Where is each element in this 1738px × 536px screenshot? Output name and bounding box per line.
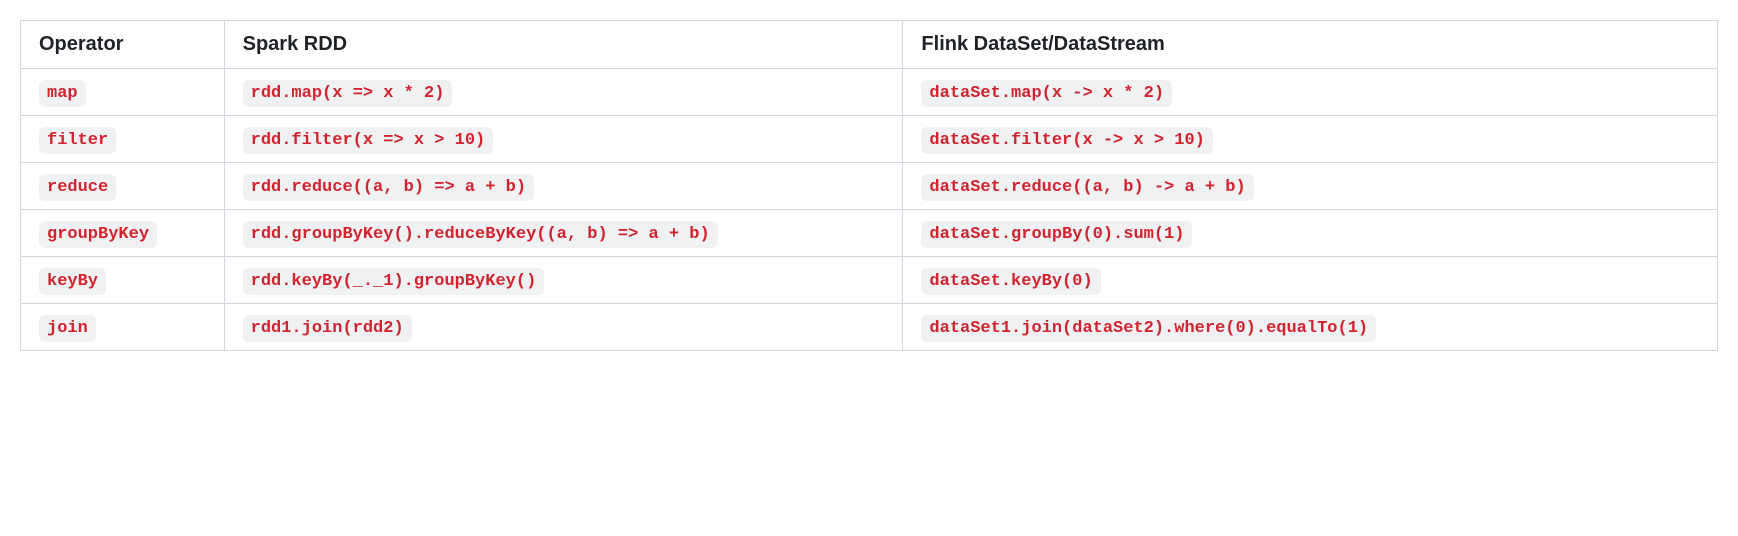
cell-spark: rdd.reduce((a, b) => a + b): [224, 163, 903, 210]
table-row: join rdd1.join(rdd2) dataSet1.join(dataS…: [21, 304, 1718, 351]
cell-spark: rdd.keyBy(_._1).groupByKey(): [224, 257, 903, 304]
code-spark: rdd.keyBy(_._1).groupByKey(): [243, 268, 545, 295]
cell-spark: rdd.groupByKey().reduceByKey((a, b) => a…: [224, 210, 903, 257]
cell-operator: reduce: [21, 163, 225, 210]
table-row: reduce rdd.reduce((a, b) => a + b) dataS…: [21, 163, 1718, 210]
table-row: map rdd.map(x => x * 2) dataSet.map(x ->…: [21, 69, 1718, 116]
cell-operator: keyBy: [21, 257, 225, 304]
cell-spark: rdd.map(x => x * 2): [224, 69, 903, 116]
code-operator: reduce: [39, 174, 116, 201]
code-spark: rdd1.join(rdd2): [243, 315, 412, 342]
cell-flink: dataSet1.join(dataSet2).where(0).equalTo…: [903, 304, 1718, 351]
table-row: groupByKey rdd.groupByKey().reduceByKey(…: [21, 210, 1718, 257]
header-spark: Spark RDD: [224, 21, 903, 69]
cell-flink: dataSet.groupBy(0).sum(1): [903, 210, 1718, 257]
cell-spark: rdd.filter(x => x > 10): [224, 116, 903, 163]
code-operator: groupByKey: [39, 221, 157, 248]
code-flink: dataSet1.join(dataSet2).where(0).equalTo…: [921, 315, 1376, 342]
cell-operator: filter: [21, 116, 225, 163]
code-flink: dataSet.keyBy(0): [921, 268, 1100, 295]
cell-flink: dataSet.keyBy(0): [903, 257, 1718, 304]
table-row: filter rdd.filter(x => x > 10) dataSet.f…: [21, 116, 1718, 163]
header-flink: Flink DataSet/DataStream: [903, 21, 1718, 69]
cell-operator: groupByKey: [21, 210, 225, 257]
cell-flink: dataSet.reduce((a, b) -> a + b): [903, 163, 1718, 210]
code-spark: rdd.groupByKey().reduceByKey((a, b) => a…: [243, 221, 718, 248]
code-spark: rdd.reduce((a, b) => a + b): [243, 174, 534, 201]
cell-operator: join: [21, 304, 225, 351]
cell-flink: dataSet.filter(x -> x > 10): [903, 116, 1718, 163]
code-operator: filter: [39, 127, 116, 154]
cell-flink: dataSet.map(x -> x * 2): [903, 69, 1718, 116]
code-flink: dataSet.reduce((a, b) -> a + b): [921, 174, 1253, 201]
code-operator: map: [39, 80, 86, 107]
code-flink: dataSet.filter(x -> x > 10): [921, 127, 1212, 154]
code-operator: keyBy: [39, 268, 106, 295]
code-spark: rdd.filter(x => x > 10): [243, 127, 494, 154]
table-row: keyBy rdd.keyBy(_._1).groupByKey() dataS…: [21, 257, 1718, 304]
code-flink: dataSet.groupBy(0).sum(1): [921, 221, 1192, 248]
code-operator: join: [39, 315, 96, 342]
table-header-row: Operator Spark RDD Flink DataSet/DataStr…: [21, 21, 1718, 69]
comparison-table: Operator Spark RDD Flink DataSet/DataStr…: [20, 20, 1718, 351]
cell-spark: rdd1.join(rdd2): [224, 304, 903, 351]
code-flink: dataSet.map(x -> x * 2): [921, 80, 1172, 107]
cell-operator: map: [21, 69, 225, 116]
code-spark: rdd.map(x => x * 2): [243, 80, 453, 107]
header-operator: Operator: [21, 21, 225, 69]
